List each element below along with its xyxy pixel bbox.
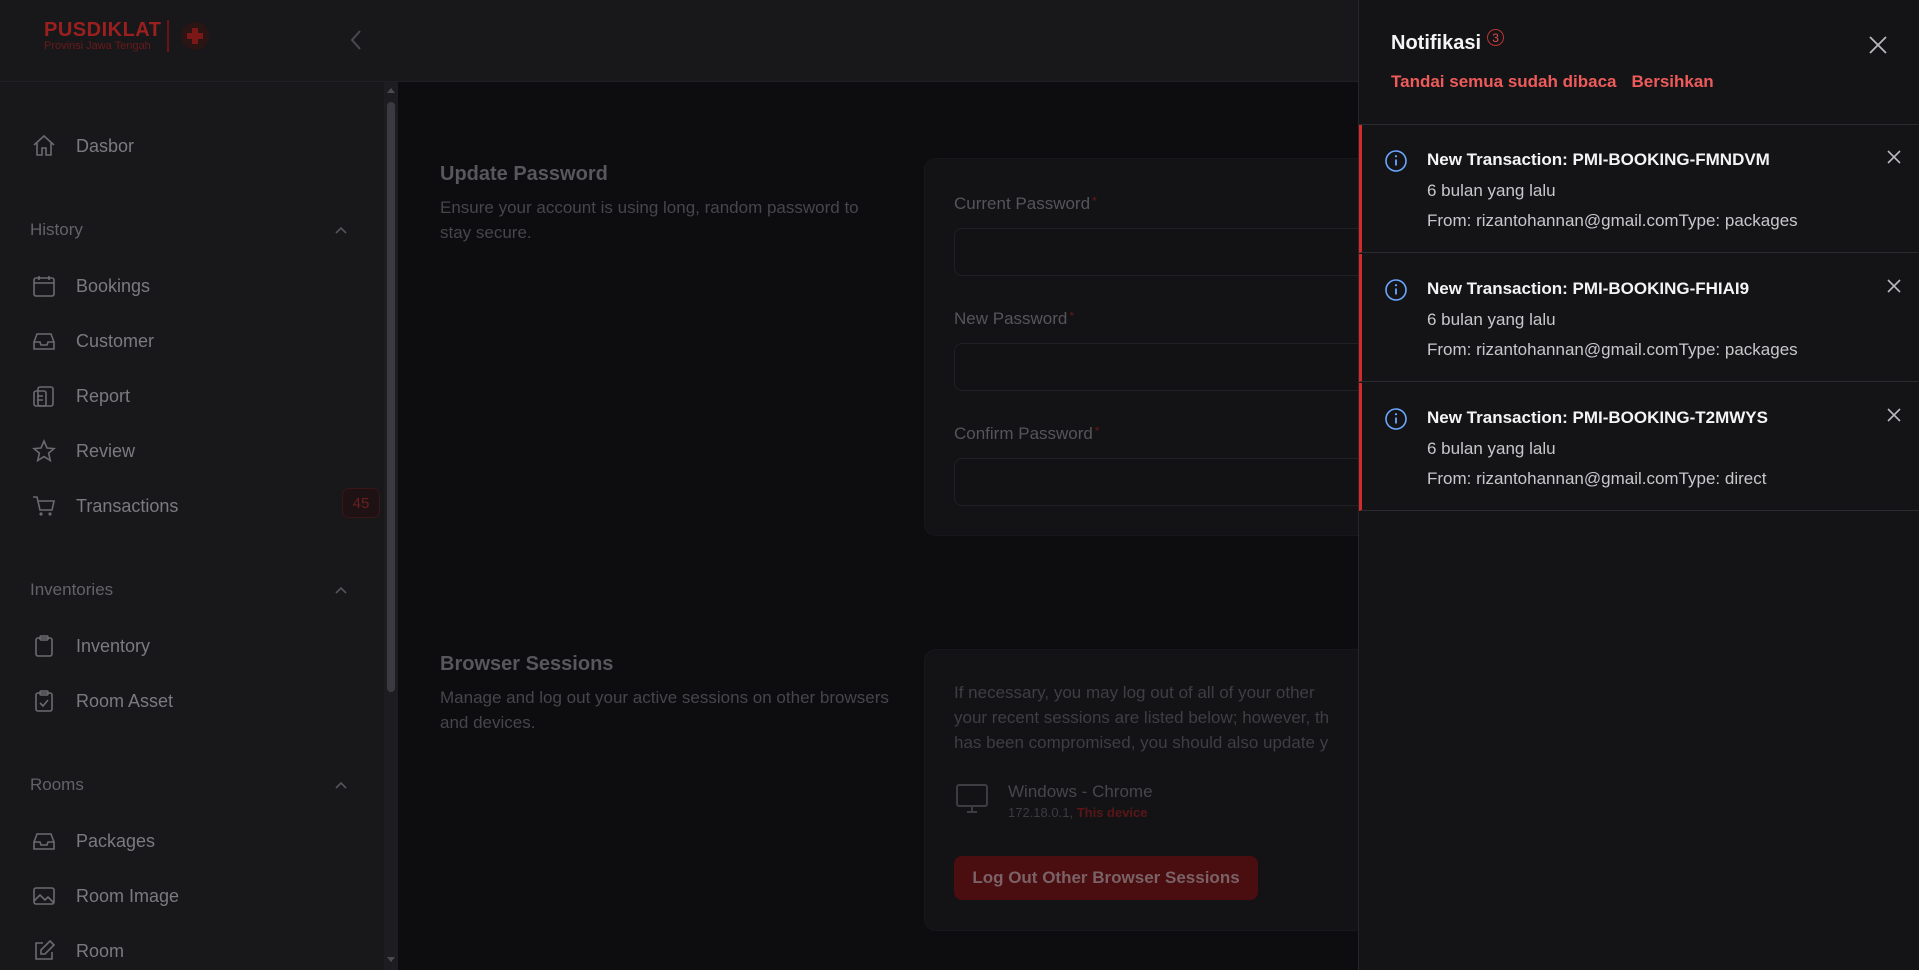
update-password-description: Ensure your account is using long, rando… [440, 198, 859, 242]
clipboard-icon [30, 632, 58, 660]
sidebar-item-room[interactable]: Room [30, 933, 350, 969]
info-icon [1385, 279, 1407, 301]
sidebar: Dasbor History Bookings Customer Report … [0, 82, 384, 970]
pencil-square-icon [30, 937, 58, 965]
sidebar-group-rooms[interactable]: Rooms [30, 770, 348, 800]
sidebar-group-label: Inventories [30, 580, 114, 599]
home-icon [30, 132, 58, 160]
sidebar-item-bookings[interactable]: Bookings [30, 268, 350, 304]
browser-sessions-description: Manage and log out your active sessions … [440, 688, 889, 732]
sidebar-scrollbar[interactable] [384, 82, 398, 970]
sidebar-item-room-asset[interactable]: Room Asset [30, 683, 350, 719]
sidebar-group-label: Rooms [30, 775, 84, 794]
info-icon [1385, 408, 1407, 430]
scroll-down-arrow-icon[interactable] [387, 956, 395, 964]
notification-body: From: rizantohannan@gmail.comType: direc… [1427, 469, 1767, 488]
notification-body: From: rizantohannan@gmail.comType: packa… [1427, 211, 1798, 230]
notification-time: 6 bulan yang lalu [1427, 310, 1556, 329]
mark-all-read-link[interactable]: Tandai semua sudah dibaca [1391, 72, 1616, 92]
sidebar-item-label: Packages [76, 830, 156, 851]
close-icon[interactable] [1884, 147, 1904, 167]
sidebar-item-label: Room [76, 940, 125, 961]
chevron-up-icon [335, 226, 347, 234]
sidebar-group-inventories[interactable]: Inventories [30, 575, 348, 605]
notification-item[interactable]: New Transaction: PMI-BOOKING-FHIAI9 6 bu… [1359, 254, 1919, 382]
clipboard-check-icon [30, 687, 58, 715]
sidebar-item-label: Bookings [76, 275, 151, 296]
calendar-icon [30, 272, 58, 300]
notification-item[interactable]: New Transaction: PMI-BOOKING-T2MWYS 6 bu… [1359, 383, 1919, 511]
notification-time: 6 bulan yang lalu [1427, 439, 1556, 458]
sidebar-group-history[interactable]: History [30, 215, 348, 245]
transactions-count-badge: 45 [342, 488, 380, 518]
device-name: Windows - Chrome [1008, 781, 1153, 801]
browser-sessions-notice: If necessary, you may log out of all of … [954, 683, 1330, 752]
notification-body: From: rizantohannan@gmail.comType: packa… [1427, 340, 1798, 359]
this-device-label: This device [1076, 804, 1148, 820]
brand-title: PUSDIKLAT [44, 19, 162, 41]
star-icon [30, 437, 58, 465]
image-icon [30, 882, 58, 910]
notifications-count-badge: 3 [1487, 29, 1505, 46]
notification-title: New Transaction: PMI-BOOKING-T2MWYS [1427, 408, 1768, 427]
update-password-title: Update Password [440, 163, 608, 185]
device-meta: 172.18.0.1, This device [1008, 804, 1148, 820]
sidebar-item-room-image[interactable]: Room Image [30, 878, 350, 914]
scroll-up-arrow-icon[interactable] [387, 86, 395, 94]
sidebar-item-label: Report [76, 385, 131, 406]
inbox-icon [30, 827, 58, 855]
inbox-icon [30, 327, 58, 355]
chevron-left-icon [350, 30, 361, 50]
sidebar-item-transactions[interactable]: Transactions 45 [30, 488, 380, 524]
confirm-password-input[interactable] [954, 458, 1374, 506]
red-cross-icon [181, 22, 210, 50]
current-password-input[interactable] [954, 228, 1374, 276]
sidebar-item-review[interactable]: Review [30, 433, 350, 469]
chevron-up-icon [335, 781, 347, 789]
logout-other-sessions-button[interactable]: Log Out Other Browser Sessions [954, 856, 1258, 900]
sidebar-item-inventory[interactable]: Inventory [30, 628, 350, 664]
chevron-up-icon [335, 586, 347, 594]
sidebar-item-report[interactable]: Report [30, 378, 350, 414]
clear-notifications-link[interactable]: Bersihkan [1631, 72, 1713, 92]
clipboard-copy-icon [30, 382, 58, 410]
close-icon[interactable] [1884, 276, 1904, 296]
browser-sessions-title: Browser Sessions [440, 653, 614, 675]
cart-icon [30, 492, 58, 520]
session-device-row: Windows - Chrome 172.18.0.1, This device [954, 780, 1153, 821]
sidebar-item-label: Review [76, 440, 136, 461]
sidebar-item-label: Dasbor [76, 135, 135, 156]
sidebar-item-label: Customer [76, 330, 155, 351]
notifications-title: Notifikasi 3 [1391, 29, 1505, 55]
confirm-password-label: Confirm Password * [954, 424, 1100, 443]
sidebar-item-dasbor[interactable]: Dasbor [30, 128, 350, 164]
sidebar-item-label: Inventory [76, 635, 151, 656]
info-icon [1385, 150, 1407, 172]
notification-item[interactable]: New Transaction: PMI-BOOKING-FMNDVM 6 bu… [1359, 125, 1919, 253]
collapse-sidebar-button[interactable] [344, 26, 368, 54]
brand-logo[interactable]: PUSDIKLAT Provinsi Jawa Tengah [44, 19, 210, 52]
notifications-panel: Notifikasi 3 Tandai semua sudah dibaca B… [1358, 0, 1919, 970]
desktop-icon [954, 780, 990, 821]
brand-subtitle: Provinsi Jawa Tengah [44, 40, 151, 52]
close-icon [1869, 36, 1887, 54]
close-panel-button[interactable] [1865, 32, 1891, 58]
new-password-label: New Password * [954, 309, 1075, 328]
current-password-label: Current Password * [954, 194, 1097, 213]
scrollbar-thumb[interactable] [387, 102, 395, 692]
notification-title: New Transaction: PMI-BOOKING-FHIAI9 [1427, 279, 1750, 298]
sidebar-item-label: Transactions [76, 495, 179, 516]
notification-time: 6 bulan yang lalu [1427, 181, 1556, 200]
close-icon[interactable] [1884, 405, 1904, 425]
sidebar-item-customer[interactable]: Customer [30, 323, 350, 359]
sidebar-group-label: History [30, 220, 83, 239]
sidebar-item-label: Room Image [76, 885, 180, 906]
sidebar-item-label: Room Asset [76, 690, 174, 711]
notification-title: New Transaction: PMI-BOOKING-FMNDVM [1427, 150, 1770, 169]
sidebar-item-packages[interactable]: Packages [30, 823, 350, 859]
new-password-input[interactable] [954, 343, 1374, 391]
